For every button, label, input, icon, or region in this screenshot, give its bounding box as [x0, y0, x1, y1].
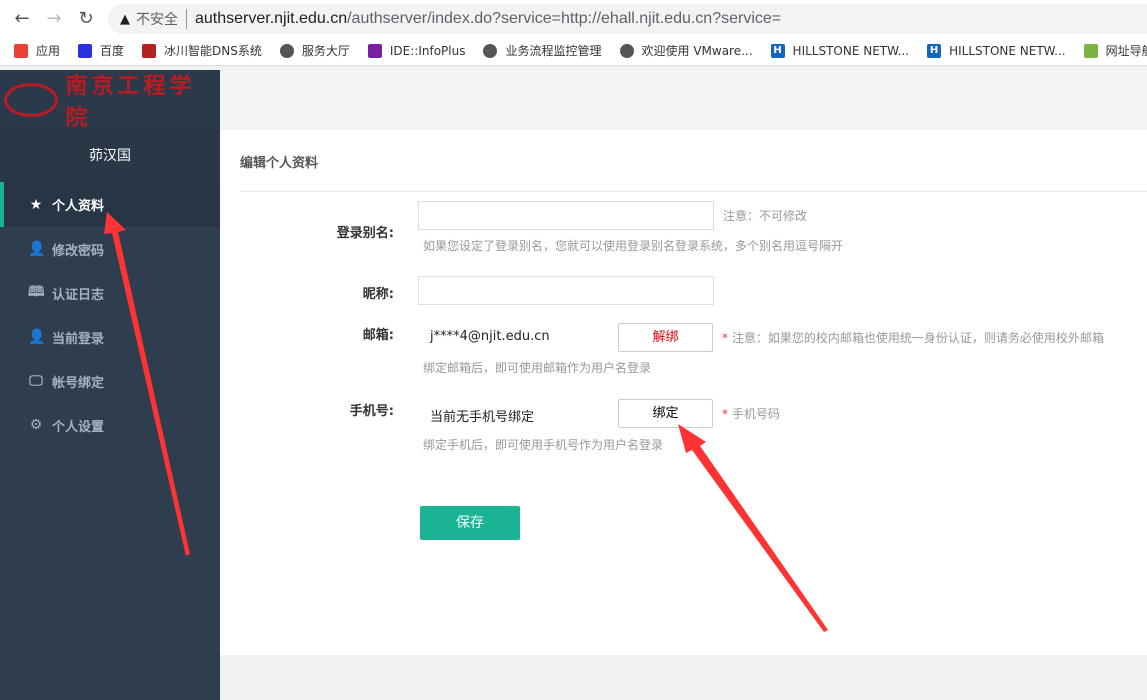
forward-icon[interactable]: → — [38, 8, 70, 29]
email-label: 邮箱: — [362, 328, 394, 343]
infoplus-icon — [367, 43, 382, 58]
sidebar-item-label: 认证日志 — [52, 287, 105, 303]
nickname-label: 昵称: — [362, 287, 394, 302]
phone-value: 当前无手机号绑定 — [430, 410, 535, 425]
sidebar-item-2[interactable]: 🕮 认证日志 — [0, 271, 220, 315]
sidebar-item-label: 个人资料 — [52, 199, 105, 214]
page-title: 编辑个人资料 — [240, 156, 319, 171]
baidu-paw-icon — [78, 43, 93, 58]
bookmark-item[interactable]: 服务大厅 — [279, 42, 350, 59]
email-value: j****4@njit.edu.cn — [430, 329, 550, 344]
warning-icon: ▲ — [120, 11, 130, 27]
email-help: 绑定邮箱后，即可使用邮箱作为用户名登录 — [423, 361, 652, 375]
bookmark-item[interactable]: 业务流程监控管理 — [483, 42, 602, 59]
alias-input[interactable] — [418, 201, 714, 230]
checkbox-icon — [142, 43, 157, 58]
user-icon: 👤 — [28, 241, 46, 257]
alias-help: 如果您设定了登录别名，您就可以使用登录别名登录系统，多个别名用逗号隔开 — [423, 239, 844, 253]
profile-panel: 编辑个人资料 登录别名: 注意：不可修改 如果您设定了登录别名，您就可以使用登录… — [220, 130, 1147, 655]
username: 茆汉国 — [0, 130, 220, 182]
globe-icon — [619, 43, 634, 58]
address-bar[interactable]: ▲ 不安全 authserver.njit.edu.cn/authserver/… — [108, 4, 1147, 34]
bookmarks-bar: 应用 百度 冰川智能DNS系统 服务大厅 IDE::InfoPlus 业务流程监控管理 欢迎… — [0, 36, 1147, 66]
bookmark-item[interactable]: IDE::InfoPlus — [367, 43, 465, 58]
email-note: * 注意：如果您的校内邮箱也使用统一身份认证，则请务必使用校外邮箱 — [722, 331, 1104, 345]
hillstone-icon: H — [770, 43, 785, 58]
sidebar-item-1[interactable]: 👤 修改密码 — [0, 227, 220, 271]
book-icon: 🕮 — [28, 284, 45, 300]
sidebar-item-3[interactable]: 👤 当前登录 — [0, 315, 220, 359]
globe-icon — [279, 43, 294, 58]
bookmark-item[interactable]: H HILLSTONE NETW... — [927, 43, 1066, 58]
divider — [240, 191, 1147, 192]
reload-icon[interactable]: ↻ — [70, 8, 102, 29]
sidebar-item-5[interactable]: ⚙ 个人设置 — [0, 403, 220, 447]
url-text: authserver.njit.edu.cn/authserver/index.… — [195, 10, 782, 27]
apps-grid-icon — [14, 43, 28, 58]
monitor-icon: 🖵 — [29, 373, 43, 389]
sidebar: 南京工程学院 茆汉国 ★ 个人资料 👤 修改密码 🕮 认证日志 👤 当前登录 🖵 帐号绑定 ⚙ 个人设… — [0, 70, 220, 700]
hillstone-icon: H — [927, 43, 942, 58]
school-logo: 南京工程学院 — [0, 70, 220, 131]
insecure-label: 不安全 — [136, 9, 187, 29]
bookmark-item[interactable]: 应用 — [14, 42, 60, 59]
sidebar-item-label: 帐号绑定 — [52, 375, 105, 391]
sidebar-item-0[interactable]: ★ 个人资料 — [0, 182, 220, 227]
star-icon: ★ — [29, 196, 43, 213]
alias-note: 注意：不可修改 — [723, 209, 808, 223]
sidebar-item-label: 修改密码 — [52, 243, 105, 259]
bookmark-item[interactable]: 网址导航 — [1083, 42, 1147, 59]
plus-circle-icon — [1083, 43, 1098, 58]
bookmark-item[interactable]: H HILLSTONE NETW... — [770, 43, 909, 58]
save-button[interactable]: 保存 — [420, 506, 520, 540]
sidebar-item-label: 个人设置 — [52, 419, 105, 435]
seal-icon — [4, 83, 58, 117]
phone-label: 手机号: — [349, 404, 394, 419]
back-icon[interactable]: ← — [6, 8, 38, 29]
bind-phone-button[interactable]: 绑定 — [618, 399, 713, 428]
globe-icon — [483, 43, 498, 58]
bookmark-item[interactable]: 百度 — [78, 42, 124, 59]
browser-toolbar: ← → ↻ ▲ 不安全 authserver.njit.edu.cn/auths… — [0, 0, 1147, 36]
gear-icon: ⚙ — [29, 417, 43, 433]
sidebar-item-label: 当前登录 — [52, 331, 105, 347]
unbind-email-button[interactable]: 解绑 — [618, 323, 713, 352]
alias-label: 登录别名: — [336, 226, 394, 241]
bookmark-item[interactable]: 冰川智能DNS系统 — [142, 42, 262, 59]
phone-note: * 手机号码 — [722, 407, 780, 421]
bookmark-item[interactable]: 欢迎使用 VMware... — [619, 42, 753, 59]
user-check-icon: 👤 — [28, 329, 46, 345]
top-bar — [220, 70, 1147, 130]
nickname-input[interactable] — [418, 276, 714, 305]
sidebar-item-4[interactable]: 🖵 帐号绑定 — [0, 359, 220, 403]
phone-help: 绑定手机后，即可使用手机号作为用户名登录 — [423, 438, 664, 452]
